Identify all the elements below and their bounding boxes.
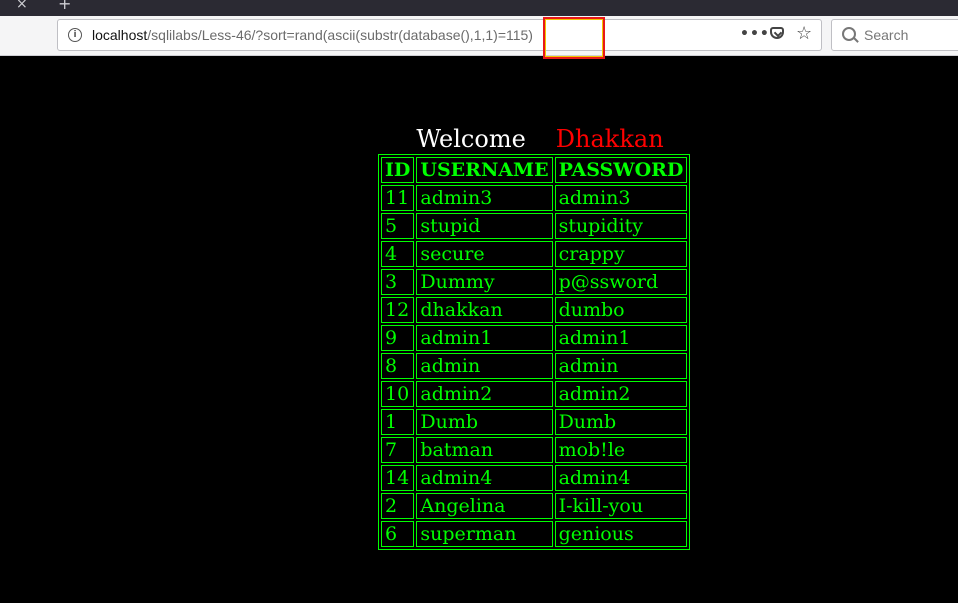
column-header-password: PASSWORD <box>554 157 688 183</box>
table-row: 2 Angelina I-kill-you <box>381 493 688 519</box>
users-table: ID USERNAME PASSWORD 11 admin3 admin3 5 stup… <box>378 154 691 550</box>
info-icon[interactable]: i <box>68 28 82 42</box>
table-row: 5 stupid stupidity <box>381 213 688 239</box>
cell-id: 6 <box>381 521 415 547</box>
column-header-id: ID <box>381 157 415 183</box>
search-icon <box>842 27 856 41</box>
close-tab-icon[interactable]: × <box>16 0 28 12</box>
cell-password: admin2 <box>554 381 688 407</box>
url-text[interactable]: localhost/sqlilabs/Less-46/?sort=rand(as… <box>92 27 533 43</box>
cell-password: Dumb <box>554 409 688 435</box>
cell-id: 11 <box>381 185 415 211</box>
table-row: 11 admin3 admin3 <box>381 185 688 211</box>
table-row: 7 batman mob!le <box>381 437 688 463</box>
table-row: 4 secure crappy <box>381 241 688 267</box>
cell-password: genious <box>554 521 688 547</box>
navigation-toolbar: i localhost/sqlilabs/Less-46/?sort=rand(… <box>0 16 958 59</box>
cell-password: I-kill-you <box>554 493 688 519</box>
pocket-icon[interactable] <box>770 27 784 39</box>
cell-username: batman <box>416 437 553 463</box>
cell-password: admin <box>554 353 688 379</box>
cell-username: admin1 <box>416 325 553 351</box>
table-row: 12 dhakkan dumbo <box>381 297 688 323</box>
cell-id: 8 <box>381 353 415 379</box>
cell-id: 10 <box>381 381 415 407</box>
cell-id: 5 <box>381 213 415 239</box>
cell-username: admin <box>416 353 553 379</box>
column-header-username: USERNAME <box>416 157 553 183</box>
cell-id: 3 <box>381 269 415 295</box>
bookmark-star-icon[interactable]: ☆ <box>796 23 812 44</box>
cell-username: superman <box>416 521 553 547</box>
table-row: 8 admin admin <box>381 353 688 379</box>
cell-password: p@ssword <box>554 269 688 295</box>
url-bar[interactable]: i localhost/sqlilabs/Less-46/?sort=rand(… <box>57 17 822 59</box>
cell-username: admin3 <box>416 185 553 211</box>
cell-password: admin1 <box>554 325 688 351</box>
table-header-row: ID USERNAME PASSWORD <box>381 157 688 183</box>
cell-id: 4 <box>381 241 415 267</box>
table-row: 3 Dummy p@ssword <box>381 269 688 295</box>
cell-password: admin3 <box>554 185 688 211</box>
table-row: 10 admin2 admin2 <box>381 381 688 407</box>
cell-username: secure <box>416 241 553 267</box>
url-host: localhost <box>92 27 148 43</box>
welcome-heading: Welcome Dhakkan <box>0 125 958 153</box>
cell-username: admin4 <box>416 465 553 491</box>
welcome-word: Welcome <box>416 125 526 153</box>
cell-id: 14 <box>381 465 415 491</box>
cell-password: crappy <box>554 241 688 267</box>
cell-password: admin4 <box>554 465 688 491</box>
more-actions-icon[interactable]: ••• <box>740 26 770 42</box>
highlight-box <box>543 17 605 59</box>
cell-username: Dumb <box>416 409 553 435</box>
search-box[interactable]: Search <box>831 19 958 51</box>
table-row: 6 superman genious <box>381 521 688 547</box>
search-placeholder: Search <box>864 27 909 43</box>
cell-username: admin2 <box>416 381 553 407</box>
cell-id: 12 <box>381 297 415 323</box>
cell-password: stupidity <box>554 213 688 239</box>
table-body: 11 admin3 admin3 5 stupid stupidity 4 secure cra… <box>381 185 688 547</box>
table-row: 14 admin4 admin4 <box>381 465 688 491</box>
url-path-highlight: =115) <box>497 27 533 43</box>
url-path: /sqlilabs/Less-46/?sort=rand(ascii(subst… <box>147 27 498 43</box>
cell-id: 1 <box>381 409 415 435</box>
cell-password: mob!le <box>554 437 688 463</box>
cell-id: 2 <box>381 493 415 519</box>
table-row: 1 Dumb Dumb <box>381 409 688 435</box>
cell-id: 7 <box>381 437 415 463</box>
cell-username: stupid <box>416 213 553 239</box>
new-tab-icon[interactable]: + <box>58 0 71 13</box>
cell-username: Angelina <box>416 493 553 519</box>
welcome-name: Dhakkan <box>555 125 664 153</box>
cell-username: dhakkan <box>416 297 553 323</box>
cell-id: 9 <box>381 325 415 351</box>
cell-password: dumbo <box>554 297 688 323</box>
tab-strip: × + <box>0 0 958 16</box>
cell-username: Dummy <box>416 269 553 295</box>
table-row: 9 admin1 admin1 <box>381 325 688 351</box>
